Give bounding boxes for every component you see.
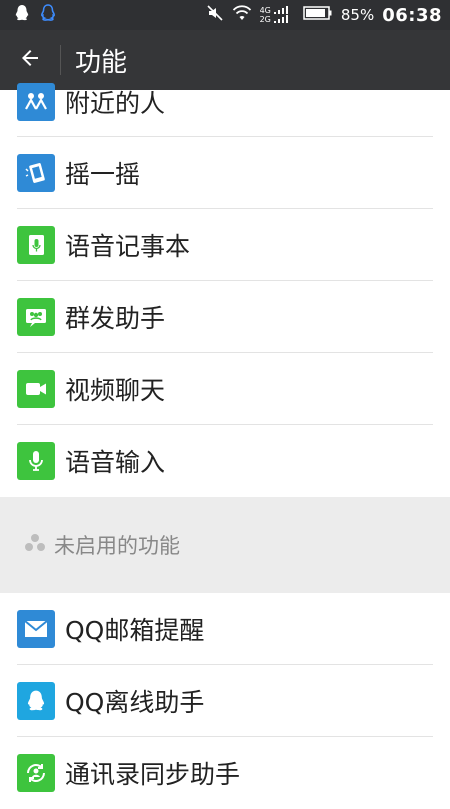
qq-offline-icon	[17, 682, 55, 720]
qq-outline-icon	[38, 3, 58, 27]
contacts-sync-icon	[17, 754, 55, 792]
mute-icon	[206, 4, 224, 26]
list-item-label: 语音输入	[65, 448, 166, 477]
disabled-features-icon	[24, 533, 46, 557]
cellular-signal-icon: 4G 2G	[260, 6, 295, 24]
back-arrow-icon	[18, 46, 42, 74]
list-item-voice-input[interactable]: 语音输入	[0, 425, 450, 497]
status-bar: 4G 2G 85% 06:38	[0, 0, 450, 30]
page-title: 功能	[75, 47, 128, 78]
list-item-video-chat[interactable]: 视频聊天	[0, 353, 450, 425]
voice-notepad-icon	[17, 226, 55, 264]
list-item-qq-offline[interactable]: QQ离线助手	[0, 665, 450, 737]
list-item-label: 视频聊天	[65, 376, 166, 405]
feature-list: 附近的人 摇一摇 语音记事本 群发助手 视频聊天 语音输入 未启用的功能 QQ邮…	[0, 82, 450, 809]
section-title: 未启用的功能	[54, 534, 180, 558]
list-item-label: 群发助手	[65, 304, 166, 333]
list-item-label: 通讯录同步助手	[65, 760, 241, 789]
list-item-label: 语音记事本	[65, 232, 191, 261]
battery-icon	[303, 5, 333, 25]
back-button[interactable]	[0, 30, 60, 90]
list-item-label: QQ离线助手	[65, 688, 205, 717]
battery-percent: 85%	[340, 6, 375, 24]
clock: 06:38	[382, 4, 442, 26]
list-item-contacts-sync[interactable]: 通讯录同步助手	[0, 737, 450, 809]
list-item-label: 摇一摇	[65, 160, 141, 189]
qq-mail-icon	[17, 610, 55, 648]
video-chat-icon	[17, 370, 55, 408]
app-bar: 功能	[0, 30, 450, 90]
list-item-label: 附近的人	[65, 88, 166, 118]
disabled-section-header: 未启用的功能	[0, 497, 450, 593]
list-item-label: QQ邮箱提醒	[65, 616, 205, 645]
voice-input-icon	[17, 442, 55, 480]
status-bar-right: 4G 2G 85% 06:38	[206, 4, 442, 26]
app-bar-divider	[60, 45, 61, 75]
nearby-people-icon	[17, 82, 55, 121]
shake-icon	[17, 154, 55, 192]
list-item-nearby-people[interactable]: 附近的人	[0, 82, 450, 137]
list-item-shake[interactable]: 摇一摇	[0, 137, 450, 209]
list-item-qq-mail[interactable]: QQ邮箱提醒	[0, 593, 450, 665]
wifi-icon	[232, 5, 252, 25]
broadcast-helper-icon	[17, 298, 55, 336]
status-bar-left	[12, 3, 58, 27]
qq-notification-icon	[12, 3, 32, 27]
list-item-voice-notepad[interactable]: 语音记事本	[0, 209, 450, 281]
list-item-broadcast-helper[interactable]: 群发助手	[0, 281, 450, 353]
